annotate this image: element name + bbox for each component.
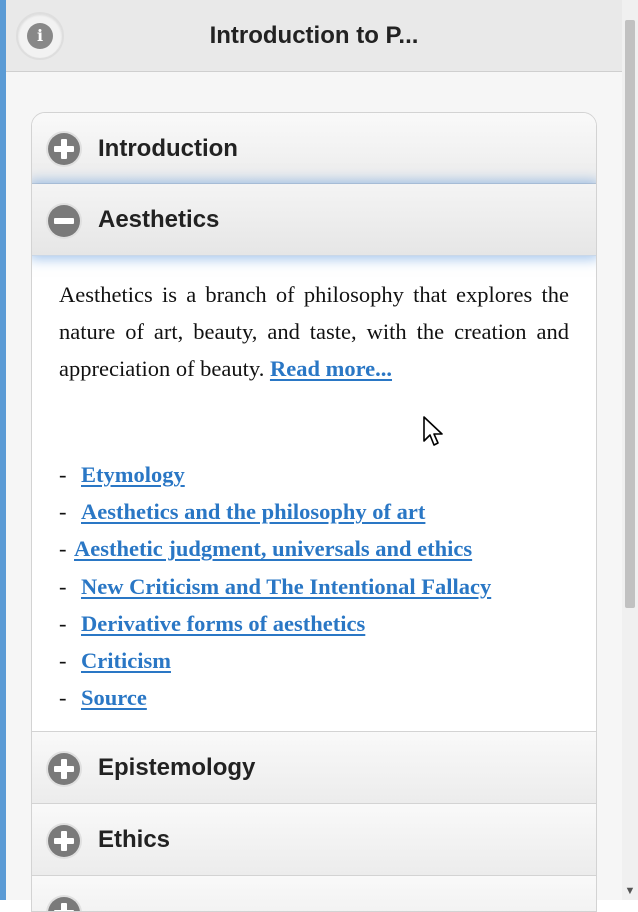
section-next-partial[interactable] bbox=[32, 876, 596, 911]
topic-link-derivative-forms[interactable]: Derivative forms of aesthetics bbox=[81, 611, 365, 636]
app-window: i Introduction to P... Introduction Aest… bbox=[0, 0, 638, 912]
read-more-link[interactable]: Read more... bbox=[270, 356, 392, 381]
list-item: - Criticism bbox=[59, 647, 171, 673]
topic-link-aesthetic-judgment[interactable]: Aesthetic judgment, universals and ethic… bbox=[74, 536, 472, 561]
plus-icon bbox=[48, 133, 80, 165]
section-label: Ethics bbox=[98, 826, 171, 853]
list-item: - New Criticism and The Intentional Falla… bbox=[59, 573, 492, 599]
topic-link-new-criticism[interactable]: New Criticism and The Intentional Fallac… bbox=[81, 574, 491, 599]
plus-icon bbox=[48, 897, 80, 911]
info-button[interactable]: i bbox=[16, 12, 64, 60]
section-ethics[interactable]: Ethics bbox=[32, 804, 596, 876]
scroll-down-arrow-icon[interactable]: ▼ bbox=[623, 884, 637, 898]
topic-link-philosophy-of-art[interactable]: Aesthetics and the philosophy of art bbox=[81, 499, 425, 524]
section-epistemology[interactable]: Epistemology bbox=[32, 732, 596, 804]
minus-icon bbox=[48, 205, 80, 237]
section-introduction[interactable]: Introduction bbox=[32, 113, 596, 184]
section-content-aesthetics: Aesthetics is a branch of philosophy tha… bbox=[32, 256, 596, 732]
list-item: - Aesthetic judgment, universals and ethi… bbox=[59, 536, 473, 562]
list-item: - Derivative forms of aesthetics bbox=[59, 610, 366, 636]
topic-link-criticism[interactable]: Criticism bbox=[81, 648, 171, 673]
description-paragraph: Aesthetics is a branch of philosophy tha… bbox=[59, 276, 569, 387]
scrollbar-thumb[interactable] bbox=[625, 20, 635, 608]
plus-icon bbox=[48, 825, 80, 857]
list-item: - Etymology bbox=[59, 462, 185, 487]
accordion: Introduction Aesthetics Aesthetics is a … bbox=[31, 112, 597, 912]
list-item: - Source bbox=[59, 685, 147, 711]
section-aesthetics[interactable]: Aesthetics bbox=[32, 184, 596, 256]
section-label: Epistemology bbox=[98, 754, 256, 781]
topic-link-source[interactable]: Source bbox=[81, 685, 147, 710]
mouse-cursor-icon bbox=[423, 416, 443, 446]
page-title: Introduction to P... bbox=[209, 22, 419, 49]
scrollbar[interactable]: ▼ bbox=[622, 0, 638, 900]
list-item: - Aesthetics and the philosophy of art bbox=[59, 499, 426, 525]
window-edge bbox=[0, 0, 6, 900]
header-bar: i Introduction to P... bbox=[6, 0, 622, 72]
plus-icon bbox=[48, 753, 80, 785]
section-label: Aesthetics bbox=[98, 206, 220, 233]
info-icon: i bbox=[27, 23, 53, 49]
topic-link-etymology[interactable]: Etymology bbox=[81, 462, 185, 487]
section-label: Introduction bbox=[98, 135, 238, 162]
topic-list: - Etymology - Aesthetics and the philosoph… bbox=[59, 456, 589, 716]
